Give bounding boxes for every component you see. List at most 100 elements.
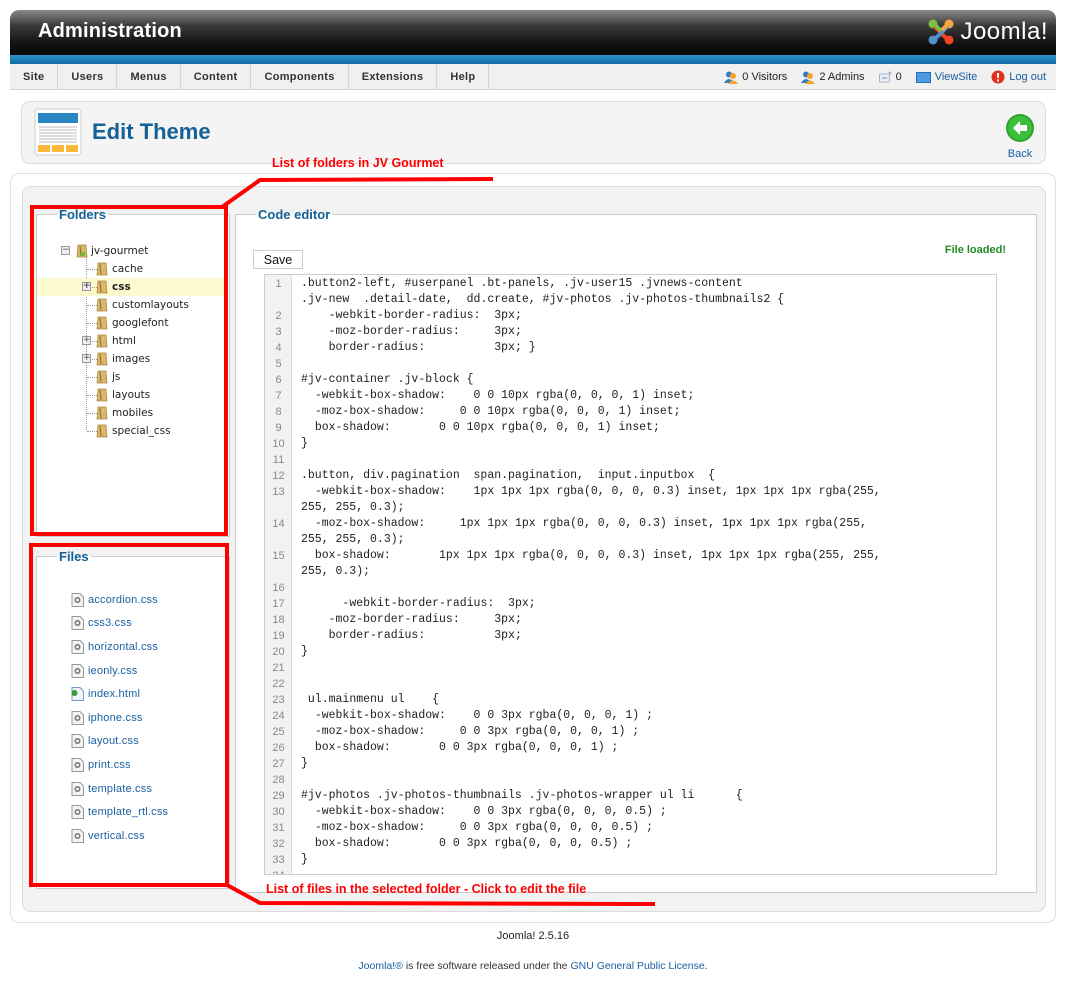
code-line: 27} (265, 756, 996, 772)
file-label: template.css (88, 782, 153, 795)
folder-item[interactable]: mobiles (37, 404, 227, 422)
line-number: 22 (272, 678, 285, 690)
file-label: index.html (88, 688, 141, 701)
folder-item[interactable]: special_css (37, 422, 227, 440)
file-item[interactable]: accordion.css (71, 588, 168, 612)
folder-item[interactable]: + html (37, 332, 227, 350)
back-button[interactable]: Back (1005, 113, 1035, 160)
file-label: print.css (88, 758, 131, 771)
menu-content[interactable]: Content (181, 64, 252, 90)
line-text: -moz-box-shadow: 0 0 3px rgba(0, 0, 0, 1… (301, 725, 640, 738)
line-text: .button, div.pagination span.pagination,… (301, 469, 716, 482)
menu-help[interactable]: Help (437, 64, 490, 90)
folder-item[interactable]: googlefont (37, 314, 227, 332)
folder-icon (96, 334, 108, 348)
folder-label: cache (112, 263, 144, 275)
code-editor[interactable]: 1 .button2-left, #userpanel .bt-panels, .… (264, 274, 997, 875)
folder-label: customlayouts (112, 299, 189, 311)
file-item[interactable]: index.html (71, 682, 168, 706)
gpl-license-link[interactable]: GNU General Public License (570, 960, 704, 972)
line-text (292, 676, 982, 692)
view-site-link[interactable]: ViewSite (915, 71, 977, 83)
expand-toggle-icon[interactable]: + (82, 354, 91, 363)
save-button[interactable]: Save (253, 250, 303, 269)
line-number: 1 (275, 278, 282, 290)
folder-item[interactable]: + images (37, 350, 227, 368)
file-label: iphone.css (88, 711, 143, 724)
page-toolbar: Edit Theme Back (21, 101, 1046, 164)
menu-extensions[interactable]: Extensions (349, 64, 438, 90)
messages-status[interactable]: 0 (878, 71, 902, 83)
line-text: } (301, 437, 308, 450)
line-number: 28 (272, 774, 285, 786)
files-panel: Files accordion.css css3.css horizontal.cs… (36, 549, 230, 889)
menu-components[interactable]: Components (251, 64, 349, 90)
folder-item[interactable]: cache (37, 260, 227, 278)
menu-menus[interactable]: Menus (117, 64, 181, 90)
line-number (265, 532, 292, 548)
file-item[interactable]: horizontal.css (71, 635, 168, 659)
line-number: 18 (272, 614, 285, 626)
line-number: 24 (272, 710, 285, 722)
line-number: 4 (275, 342, 282, 354)
code-line: 24 -webkit-box-shadow: 0 0 3px rgba(0, 0… (265, 708, 996, 724)
expand-toggle-icon[interactable]: + (82, 282, 91, 291)
file-item[interactable]: layout.css (71, 730, 168, 754)
code-line: 5 (265, 356, 996, 372)
joomla-logo: Joomla! (926, 17, 1048, 47)
folder-icon (96, 352, 108, 366)
message-icon (878, 71, 892, 83)
line-number: 6 (275, 374, 282, 386)
line-number: 2 (275, 310, 282, 322)
code-line: 13 -webkit-box-shadow: 1px 1px 1px rgba(… (265, 484, 996, 500)
file-item[interactable]: iphone.css (71, 706, 168, 730)
folder-label: js (112, 371, 121, 383)
line-text: #jv-container .jv-block { (301, 373, 474, 386)
line-number: 25 (272, 726, 285, 738)
file-item[interactable]: vertical.css (71, 824, 168, 848)
code-line: 6 #jv-container .jv-block { (265, 372, 996, 388)
folder-item[interactable]: js (37, 368, 227, 386)
code-line: 33} (265, 852, 996, 868)
admins-status: 2 Admins (801, 71, 865, 84)
folder-root[interactable]: − jv-gourmet (37, 242, 227, 260)
file-item[interactable]: print.css (71, 753, 168, 777)
joomla-link[interactable]: Joomla!® (358, 960, 403, 972)
code-line: 22 (265, 676, 996, 692)
line-number: 20 (272, 646, 285, 658)
folder-item[interactable]: + css (37, 278, 227, 296)
expand-toggle-icon[interactable]: + (82, 336, 91, 345)
line-number: 11 (272, 454, 285, 466)
folder-icon (96, 298, 108, 312)
main-menu-bar: Site Users Menus Content Components Exte… (10, 64, 1056, 90)
file-item[interactable]: template_rtl.css (71, 800, 168, 824)
license-text: is free software released under the (402, 960, 571, 972)
css-file-icon (71, 710, 84, 725)
line-number: 14 (272, 518, 285, 530)
folder-item[interactable]: customlayouts (37, 296, 227, 314)
file-item[interactable]: css3.css (71, 612, 168, 636)
menu-site[interactable]: Site (10, 64, 59, 90)
html-file-icon (71, 687, 84, 702)
logout-link[interactable]: Log out (991, 70, 1046, 84)
code-line: 16 (265, 580, 996, 596)
menu-users[interactable]: Users (58, 64, 118, 90)
line-text (292, 452, 982, 468)
line-number: 13 (272, 486, 285, 498)
code-content[interactable]: 1 .button2-left, #userpanel .bt-panels, .… (265, 276, 996, 874)
line-text: } (301, 853, 308, 866)
code-line: 11 (265, 452, 996, 468)
file-item[interactable]: template.css (71, 777, 168, 801)
code-line: 29 #jv-photos .jv-photos-thumbnails .jv-p… (265, 788, 996, 804)
folders-legend: Folders (59, 207, 106, 222)
folder-label: special_css (112, 425, 171, 437)
line-text: -moz-border-radius: 3px; (301, 325, 522, 338)
folder-item[interactable]: layouts (37, 386, 227, 404)
file-item[interactable]: ieonly.css (71, 659, 168, 683)
status-bar: 0 Visitors 2 Admins 0 ViewSite Log out (724, 64, 1046, 90)
line-number: 8 (275, 406, 282, 418)
file-label: accordion.css (88, 593, 158, 606)
file-label: css3.css (88, 617, 132, 630)
collapse-toggle-icon[interactable]: − (61, 246, 70, 255)
code-line: .jv-new .detail-date, dd.create, #jv-pho… (265, 292, 996, 308)
